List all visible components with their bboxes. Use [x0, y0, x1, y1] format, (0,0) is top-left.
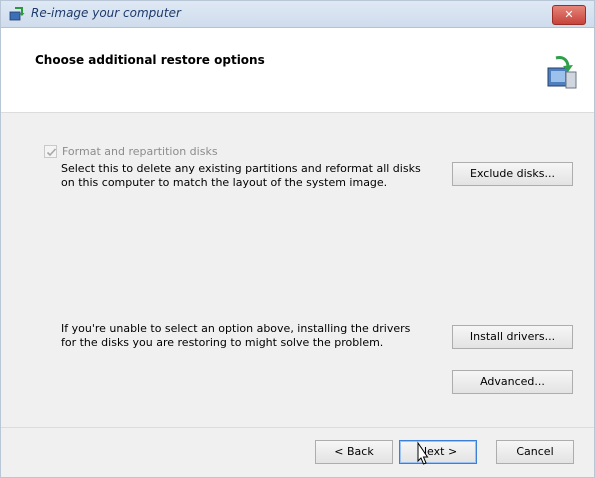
restore-icon	[9, 6, 25, 22]
next-button[interactable]: Next >	[399, 440, 477, 464]
drivers-info-text: If you're unable to select an option abo…	[61, 322, 410, 350]
cancel-button[interactable]: Cancel	[496, 440, 574, 464]
footer-divider	[1, 427, 594, 428]
title-bar[interactable]: Re-image your computer ✕	[1, 1, 594, 28]
advanced-button[interactable]: Advanced...	[452, 370, 573, 394]
format-description-line: on this computer to match the layout of …	[61, 176, 388, 189]
system-image-restore-icon	[538, 52, 580, 94]
format-description: Select this to delete any existing parti…	[61, 162, 421, 190]
page-title: Choose additional restore options	[35, 53, 265, 67]
window-title: Re-image your computer	[31, 6, 181, 20]
format-checkbox-label: Format and repartition disks	[62, 145, 218, 158]
install-drivers-button[interactable]: Install drivers...	[452, 325, 573, 349]
dialog-header: Choose additional restore options	[1, 28, 594, 113]
exclude-disks-button[interactable]: Exclude disks...	[452, 162, 573, 186]
reimage-dialog: Re-image your computer ✕ Choose addition…	[0, 0, 595, 478]
mouse-pointer-icon	[412, 441, 432, 469]
checkmark-icon	[46, 148, 57, 157]
drivers-info-line: for the disks you are restoring to might…	[61, 336, 384, 349]
close-icon: ✕	[564, 8, 574, 21]
close-button[interactable]: ✕	[552, 5, 586, 25]
format-option: Format and repartition disks	[44, 145, 218, 158]
drivers-info-line: If you're unable to select an option abo…	[61, 322, 411, 335]
format-description-line: Select this to delete any existing parti…	[61, 162, 421, 175]
format-checkbox[interactable]	[44, 145, 57, 158]
back-button[interactable]: < Back	[315, 440, 393, 464]
